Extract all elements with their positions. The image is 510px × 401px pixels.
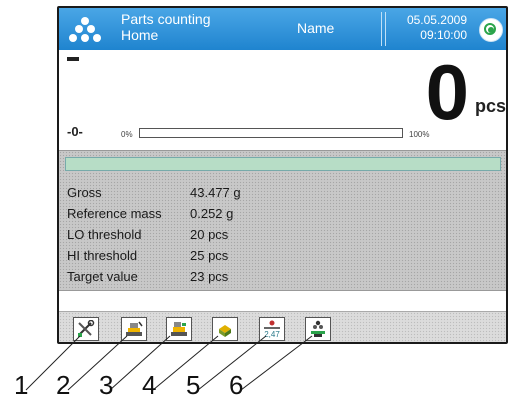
callout-label: 3	[99, 370, 114, 400]
callout-label: 1	[14, 370, 29, 400]
callout-label: 6	[229, 370, 244, 400]
callout-lines	[25, 335, 313, 391]
callout-label: 2	[56, 370, 71, 400]
callout-label: 5	[186, 370, 201, 400]
callout-label: 4	[142, 370, 157, 400]
